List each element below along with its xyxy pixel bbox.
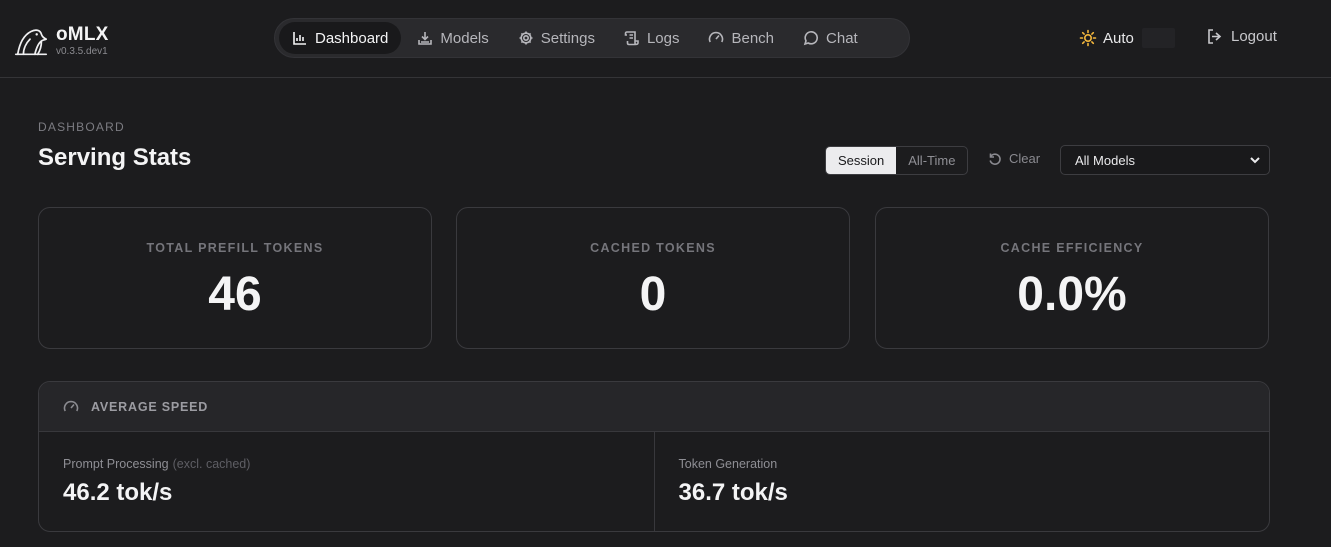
stat-label: CACHED TOKENS [590,241,716,255]
stat-label: CACHE EFFICIENCY [1000,241,1144,255]
breadcrumb: DASHBOARD [38,120,125,134]
nav-settings[interactable]: Settings [505,22,608,54]
theme-label: Auto [1103,29,1134,47]
sun-icon [1079,29,1097,47]
gauge-icon [709,31,724,43]
panel-header: AVERAGE SPEED [39,382,1269,432]
token-generation-value: 36.7 tok/s [678,479,788,506]
top-navigation-bar: oMLX v0.3.5.dev1 Dashboard Models Settin… [0,0,1331,78]
penguin-logo-icon [14,29,48,56]
nav-logs[interactable]: Logs [611,22,693,54]
nav-settings-label: Settings [540,29,595,47]
nav-dashboard-label: Dashboard [315,29,389,47]
stat-card-cached: CACHED TOKENS 0 [456,207,850,349]
token-generation-metric: Token Generation 36.7 tok/s [653,432,1270,531]
logout-button[interactable]: Logout [1206,28,1277,45]
panel-title: AVERAGE SPEED [91,399,209,414]
stat-card-prefill: TOTAL PREFILL TOKENS 46 [38,207,432,349]
panel-body: Prompt Processing (excl. cached) 46.2 tok… [39,432,1270,531]
metric-label: Prompt Processing (excl. cached) [63,457,654,471]
chevron-down-icon [1250,157,1260,164]
nav-models-label: Models [440,29,489,47]
brand[interactable]: oMLX v0.3.5.dev1 [12,22,109,60]
prompt-processing-sublabel: (excl. cached) [172,457,251,471]
brand-name: oMLX [56,23,109,45]
stat-value: 0.0% [1017,268,1127,321]
download-icon [418,32,433,45]
scroll-icon [624,31,639,46]
token-generation-label: Token Generation [678,457,778,471]
nav-dashboard[interactable]: Dashboard [279,22,402,54]
scope-toggle: Session All-Time [825,146,969,175]
stat-value: 0 [639,268,667,321]
prompt-processing-value: 46.2 tok/s [63,479,173,506]
prompt-processing-metric: Prompt Processing (excl. cached) 46.2 tok… [39,432,654,531]
gear-icon [519,31,533,45]
nav-models[interactable]: Models [404,22,501,54]
page-title: Serving Stats [38,144,192,171]
clear-button[interactable]: Clear [988,151,1040,166]
clear-label: Clear [1009,151,1041,166]
main-nav: Dashboard Models Settings Logs Bench Cha… [274,18,910,58]
stat-label: TOTAL PREFILL TOKENS [146,241,324,255]
theme-toggle-pad [1141,28,1175,48]
nav-chat[interactable]: Chat [790,22,871,54]
scope-session-button[interactable]: Session [826,147,897,174]
theme-toggle[interactable]: Auto [1075,27,1175,49]
scope-all-time-button[interactable]: All-Time [896,147,967,174]
logout-icon [1208,29,1222,44]
gauge-icon [63,400,79,411]
chat-bubble-icon [803,31,819,46]
nav-logs-label: Logs [646,29,680,47]
logout-label: Logout [1231,28,1277,45]
stat-value: 46 [208,268,262,321]
reset-icon [989,152,1001,165]
nav-chat-label: Chat [826,29,858,47]
nav-bench[interactable]: Bench [695,22,787,54]
model-select-value: All Models [1075,152,1135,168]
brand-version: v0.3.5.dev1 [56,45,108,57]
nav-bench-label: Bench [731,29,775,47]
stat-card-efficiency: CACHE EFFICIENCY 0.0% [875,207,1269,349]
model-select[interactable]: All Models [1060,145,1270,175]
bar-chart-icon [293,32,306,45]
prompt-processing-label: Prompt Processing [63,457,169,471]
average-speed-panel: AVERAGE SPEED Prompt Processing (excl. ca… [38,381,1270,532]
